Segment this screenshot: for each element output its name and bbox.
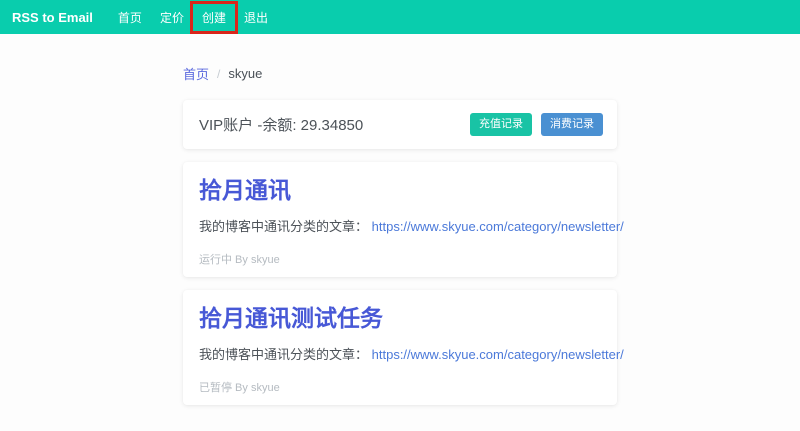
task-description-text: 我的博客中通讯分类的文章： — [199, 347, 368, 362]
expense-records-button[interactable]: 消费记录 — [541, 113, 603, 135]
task-description-text: 我的博客中通讯分类的文章： — [199, 219, 368, 234]
breadcrumb-separator: / — [217, 67, 220, 81]
task-description: 我的博客中通讯分类的文章： https://www.skyue.com/cate… — [199, 218, 601, 236]
account-balance-text: VIP账户 -余额: 29.34850 — [199, 114, 363, 135]
task-title-link[interactable]: 拾月通讯测试任务 — [199, 303, 601, 334]
task-status-text: 已暂停 By skyue — [199, 379, 601, 395]
brand-logo[interactable]: RSS to Email — [12, 10, 93, 25]
account-buttons: 充值记录 消费记录 — [470, 113, 603, 135]
navbar: RSS to Email 首页 定价 创建 退出 — [0, 0, 800, 34]
task-status-text: 运行中 By skyue — [199, 251, 601, 267]
nav-item-logout[interactable]: 退出 — [235, 4, 277, 31]
task-card: 拾月通讯 我的博客中通讯分类的文章： https://www.skyue.com… — [183, 162, 617, 277]
breadcrumb-home-link[interactable]: 首页 — [183, 64, 209, 83]
task-card: 拾月通讯测试任务 我的博客中通讯分类的文章： https://www.skyue… — [183, 290, 617, 405]
nav-item-pricing[interactable]: 定价 — [151, 4, 193, 31]
main-content: 首页 / skyue VIP账户 -余额: 29.34850 充值记录 消费记录… — [183, 64, 617, 405]
nav-item-home[interactable]: 首页 — [109, 4, 151, 31]
recharge-records-button[interactable]: 充值记录 — [470, 113, 532, 135]
task-description: 我的博客中通讯分类的文章： https://www.skyue.com/cate… — [199, 346, 601, 364]
nav-item-create[interactable]: 创建 — [193, 4, 235, 31]
breadcrumb: 首页 / skyue — [183, 64, 617, 83]
breadcrumb-current: skyue — [228, 66, 262, 81]
task-title-link[interactable]: 拾月通讯 — [199, 175, 601, 206]
task-feed-link[interactable]: https://www.skyue.com/category/newslette… — [372, 219, 624, 234]
task-feed-link[interactable]: https://www.skyue.com/category/newslette… — [372, 347, 624, 362]
account-card: VIP账户 -余额: 29.34850 充值记录 消费记录 — [183, 100, 617, 149]
